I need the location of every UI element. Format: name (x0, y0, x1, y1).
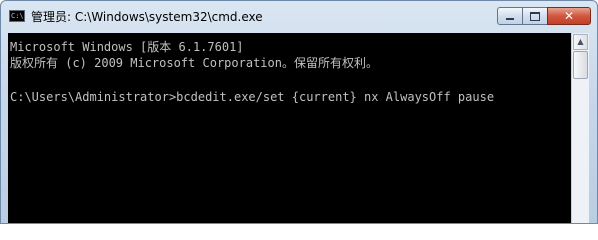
maximize-icon (530, 11, 540, 21)
scroll-up-button[interactable]: ▲ (573, 34, 588, 50)
window-frame-right (589, 33, 597, 223)
scroll-thumb[interactable] (573, 51, 588, 79)
cmd-window: C:\ 管理员: C:\Windows\system32\cmd.exe ✕ M… (0, 0, 598, 224)
arrow-up-icon: ▲ (577, 37, 584, 46)
console-command-line: C:\Users\Administrator>bcdedit.exe/set {… (10, 90, 495, 104)
minimize-icon (506, 18, 514, 20)
vertical-scrollbar[interactable]: ▲ (571, 33, 589, 223)
window-controls: ✕ (497, 7, 591, 27)
console-line: 版权所有 (c) 2009 Microsoft Corporation。保留所有… (10, 56, 378, 70)
cmd-app-icon[interactable]: C:\ (9, 10, 25, 22)
console-line: Microsoft Windows [版本 6.1.7601] (10, 40, 244, 54)
title-bar[interactable]: C:\ 管理员: C:\Windows\system32\cmd.exe ✕ (1, 1, 597, 31)
minimize-button[interactable] (497, 7, 523, 25)
console-output[interactable]: Microsoft Windows [版本 6.1.7601] 版权所有 (c)… (8, 33, 571, 223)
maximize-button[interactable] (522, 7, 548, 25)
window-title: 管理员: C:\Windows\system32\cmd.exe (31, 10, 263, 24)
close-icon: ✕ (563, 9, 575, 23)
close-button[interactable]: ✕ (547, 7, 591, 25)
